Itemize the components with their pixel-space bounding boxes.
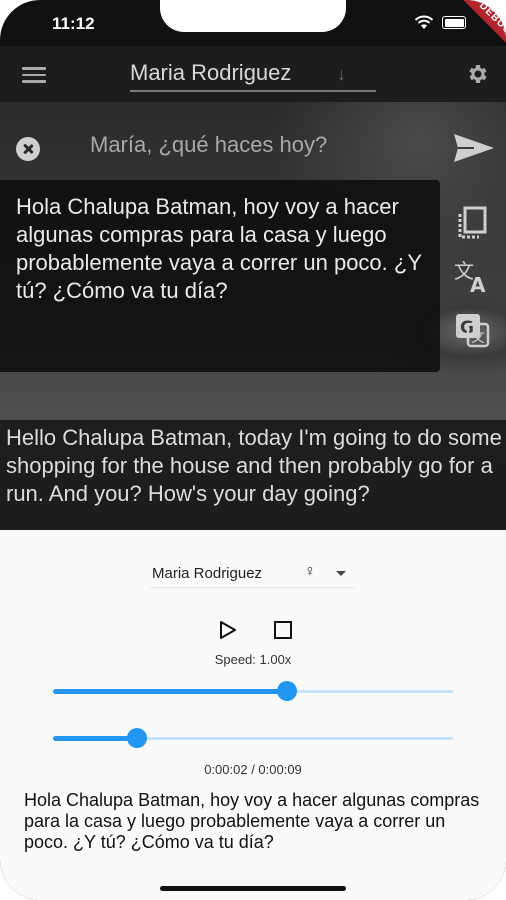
notch — [160, 0, 346, 32]
translate-icon[interactable]: 文 A — [452, 256, 492, 296]
wifi-icon — [414, 15, 434, 29]
home-indicator[interactable] — [160, 886, 346, 891]
speed-slider-thumb[interactable] — [277, 681, 297, 701]
voice-dropdown[interactable]: Maria Rodriguez ♀ — [150, 563, 355, 588]
page-title: Maria Rodriguez — [130, 60, 292, 85]
speed-slider-fill — [53, 689, 287, 694]
phone-screen: 11:12 DEBUG Maria Rodriguez ↓ María, ¿qu… — [0, 0, 506, 900]
svg-text:文: 文 — [471, 330, 485, 346]
female-icon: ♀ — [304, 563, 316, 580]
status-time: 11:12 — [52, 14, 95, 33]
menu-icon[interactable] — [22, 67, 46, 83]
clear-input-button[interactable] — [16, 137, 40, 161]
message-input[interactable]: María, ¿qué haces hoy? — [90, 132, 327, 158]
battery-icon — [442, 16, 466, 29]
progress-slider-fill — [53, 736, 137, 741]
playback-time: 0:00:02 / 0:00:09 — [204, 762, 302, 777]
copy-icon[interactable] — [452, 202, 492, 242]
gear-icon[interactable] — [466, 62, 490, 86]
google-translate-icon[interactable]: G 文 — [452, 310, 492, 350]
speed-label: Speed: 1.00x — [214, 652, 292, 667]
stop-button[interactable] — [274, 621, 292, 639]
progress-slider[interactable] — [53, 728, 453, 748]
translation-text: Hello Chalupa Batman, today I'm going to… — [6, 425, 502, 506]
svg-text:A: A — [470, 273, 486, 296]
play-button[interactable] — [218, 620, 238, 640]
status-bar: 11:12 DEBUG — [0, 0, 506, 65]
source-message-text: Hola Chalupa Batman, hoy voy a hacer alg… — [16, 194, 422, 303]
speed-slider[interactable] — [53, 681, 453, 701]
send-icon[interactable] — [452, 132, 496, 164]
app-bar: Maria Rodriguez ↓ — [0, 46, 506, 102]
current-speech-text: Hola Chalupa Batman, hoy voy a hacer alg… — [24, 790, 480, 852]
dropdown-caret-icon — [336, 571, 346, 576]
arrow-down-icon: ↓ — [337, 64, 346, 84]
voice-name: Maria Rodriguez — [152, 565, 263, 582]
progress-slider-thumb[interactable] — [127, 728, 147, 748]
contact-selector[interactable]: Maria Rodriguez ↓ — [130, 58, 376, 92]
